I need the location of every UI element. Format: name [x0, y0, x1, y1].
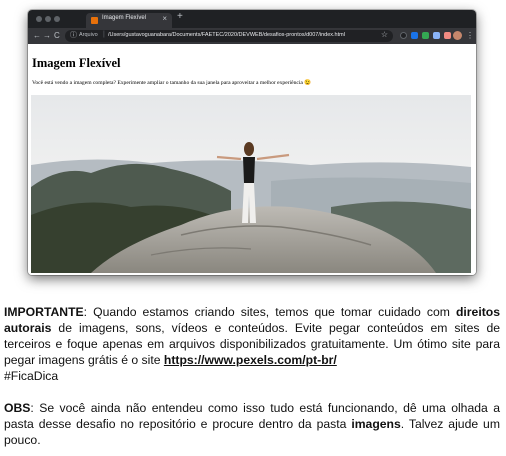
html-file-icon	[91, 17, 98, 24]
star-icon[interactable]: ☆	[381, 30, 388, 39]
page-title: Imagem Flexível	[32, 56, 121, 70]
page-paragraph: Você está vendo a imagem completa? Exper…	[32, 80, 312, 86]
mountain-photo-illustration	[31, 95, 471, 273]
extension-icon[interactable]	[422, 32, 429, 39]
back-arrow-icon[interactable]: ←	[33, 30, 41, 42]
hashtag: #FicaDica	[4, 369, 59, 383]
reload-icon[interactable]: C	[54, 30, 60, 42]
tab-imagem-flexivel[interactable]: Imagem Flexível ×	[86, 13, 172, 28]
extension-icon[interactable]	[433, 32, 440, 39]
minimize-window-button[interactable]	[45, 16, 51, 22]
page-viewport: Imagem Flexível Você está vendo a imagem…	[28, 44, 476, 275]
info-icon[interactable]: ⓘ	[70, 31, 77, 41]
new-tab-icon[interactable]: +	[177, 11, 183, 22]
obs-bold: imagens	[351, 417, 401, 431]
browser-window: Imagem Flexível × + ← → C ⓘ Arquivo | /U…	[28, 10, 476, 275]
extension-icon[interactable]	[444, 32, 451, 39]
menu-icon[interactable]: ⋮	[466, 30, 474, 42]
close-window-button[interactable]	[36, 16, 42, 22]
tab-strip: Imagem Flexível × +	[28, 10, 476, 28]
tab-title: Imagem Flexível	[102, 15, 147, 21]
obs-label: OBS	[4, 401, 31, 415]
important-text-1: : Quando estamos criando sites, temos qu…	[83, 305, 456, 319]
obs-note: OBS: Se você ainda não entendeu como iss…	[4, 400, 500, 448]
profile-avatar[interactable]	[453, 31, 462, 40]
mountain-photo	[31, 95, 471, 273]
close-tab-icon[interactable]: ×	[162, 14, 167, 23]
url-text[interactable]: /Users/gustavoguanabara/Documents/FAETEC…	[108, 32, 345, 38]
site-info-label: Arquivo	[79, 32, 98, 38]
extension-circle-icon[interactable]	[400, 32, 407, 39]
browser-toolbar: ← → C ⓘ Arquivo | /Users/gustavoguanabar…	[28, 28, 476, 44]
important-note: IMPORTANTE: Quando estamos criando sites…	[4, 304, 500, 384]
maximize-window-button[interactable]	[54, 16, 60, 22]
url-separator: |	[103, 31, 105, 38]
extension-icon[interactable]	[411, 32, 418, 39]
important-label: IMPORTANTE	[4, 305, 84, 319]
pexels-link[interactable]: https://www.pexels.com/pt-br/	[164, 353, 337, 367]
forward-arrow-icon[interactable]: →	[43, 30, 51, 42]
address-bar[interactable]: ⓘ Arquivo | /Users/gustavoguanabara/Docu…	[65, 30, 393, 42]
